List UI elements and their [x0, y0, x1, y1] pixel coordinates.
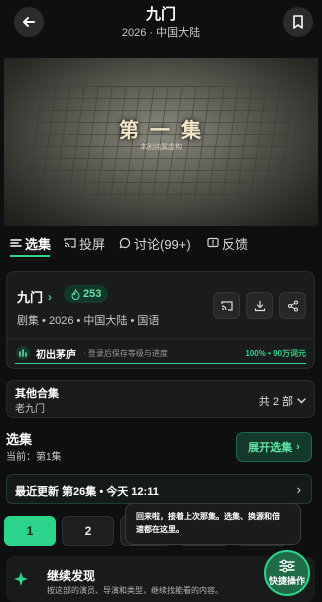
heat-badge: 253 — [64, 285, 109, 303]
tab-discussion-label: 讨论(99+) — [134, 236, 191, 252]
card-actions — [213, 292, 306, 319]
latest-update-row[interactable]: 最近更新 第26集 • 今天 12:11 › — [6, 474, 312, 504]
collections-count-label: 共 2 部 — [258, 396, 293, 408]
chevron-right-icon: › — [48, 289, 53, 304]
active-tab-indicator — [10, 255, 50, 257]
current-episode: 当前：第1集 — [6, 452, 62, 463]
sliders-icon — [279, 559, 295, 573]
download-button[interactable] — [246, 292, 273, 319]
tab-episodes-label: 选集 — [25, 236, 52, 252]
page-title: 九门 — [145, 6, 176, 23]
sparkle-icon — [14, 572, 28, 586]
level-icon — [16, 346, 30, 360]
top-bar: 九门 2026 · 中国大陆 — [0, 0, 322, 46]
show-info-card: 九门 › 253 剧集 • 2026 • 中国大陆 • 国语 初出茅庐 · 登录… — [6, 271, 315, 369]
chat-icon — [119, 237, 131, 249]
tab-episodes[interactable]: 选集 — [10, 233, 51, 253]
tab-feedback-label: 反馈 — [222, 236, 249, 252]
chevron-down-icon — [297, 398, 306, 404]
collections-count: 共 2 部 — [259, 393, 306, 409]
latest-update-text: 最近更新 第26集 • 今天 12:11 — [15, 486, 159, 498]
level-progress[interactable]: 初出茅庐 · 登录后保存等级与进度 100% • 90万词元 — [15, 344, 306, 364]
tooltip-line: 回来啦，接着上次那集。选集、换源和倍 — [136, 512, 280, 521]
chevron-right-icon: › — [296, 441, 300, 453]
detail-tabs: 选集 投屏 讨论(99+) 反馈 — [0, 233, 322, 257]
quick-actions-label: 快捷操作 — [268, 576, 305, 586]
collections-subtitle: 老九门 — [15, 404, 45, 415]
bookmark-icon — [293, 15, 303, 29]
tab-feedback[interactable]: 反馈 — [207, 233, 248, 253]
discover-title: 继续发现 — [47, 569, 96, 583]
share-icon — [287, 299, 298, 312]
flame-icon — [71, 288, 80, 300]
feedback-icon — [207, 237, 219, 248]
episode-chip[interactable]: 1 — [4, 516, 56, 546]
collections-title: 其他合集 — [15, 388, 59, 400]
episode-chip[interactable]: 2 — [62, 516, 114, 546]
list-icon — [10, 239, 22, 247]
heat-value: 253 — [83, 288, 102, 300]
level-label: 初出茅庐 — [36, 350, 76, 361]
progress-bar — [15, 363, 306, 364]
onboarding-tooltip: 回来啦，接着上次那集。选集、换源和倍 速都在这里。 — [125, 503, 301, 545]
episodes-heading: 选集 — [6, 432, 33, 447]
expand-episodes-button[interactable]: 展开选集 › — [236, 432, 312, 462]
quick-actions-button[interactable]: 快捷操作 — [264, 550, 310, 596]
cast-icon — [220, 300, 233, 311]
cast-icon — [64, 238, 76, 248]
download-icon — [254, 300, 265, 311]
show-meta: 剧集 • 2026 • 中国大陆 • 国语 — [17, 315, 160, 327]
show-title: 九门 — [17, 290, 44, 305]
cast-button[interactable] — [213, 292, 240, 319]
discover-subtitle: 按这部的演员、导演和类型，继续找能看的内容。 — [47, 586, 223, 595]
show-title-link[interactable]: 九门 › — [17, 287, 52, 306]
bookmark-button[interactable] — [283, 7, 313, 37]
video-caption-sub: 本剧纯属虚构 — [140, 144, 182, 151]
level-hint: · 登录后保存等级与进度 — [83, 349, 168, 358]
tooltip-line: 速都在这里。 — [136, 525, 184, 534]
video-player[interactable]: 第 一 集 本剧纯属虚构 — [4, 58, 318, 226]
share-button[interactable] — [279, 292, 306, 319]
expand-episodes-label: 展开选集 — [248, 442, 293, 454]
other-collections-row[interactable]: 其他合集 老九门 共 2 部 — [6, 380, 315, 418]
tab-discussion[interactable]: 讨论(99+) — [119, 233, 191, 253]
card-divider — [7, 338, 314, 339]
video-caption: 第 一 集 — [119, 118, 203, 142]
tab-cast-label: 投屏 — [79, 236, 106, 252]
progress-bar-fill — [15, 363, 306, 364]
level-value: 100% • 90万词元 — [245, 349, 306, 358]
chevron-right-icon: › — [296, 482, 301, 497]
page-subtitle: 2026 · 中国大陆 — [121, 27, 201, 39]
tab-cast[interactable]: 投屏 — [64, 233, 105, 253]
